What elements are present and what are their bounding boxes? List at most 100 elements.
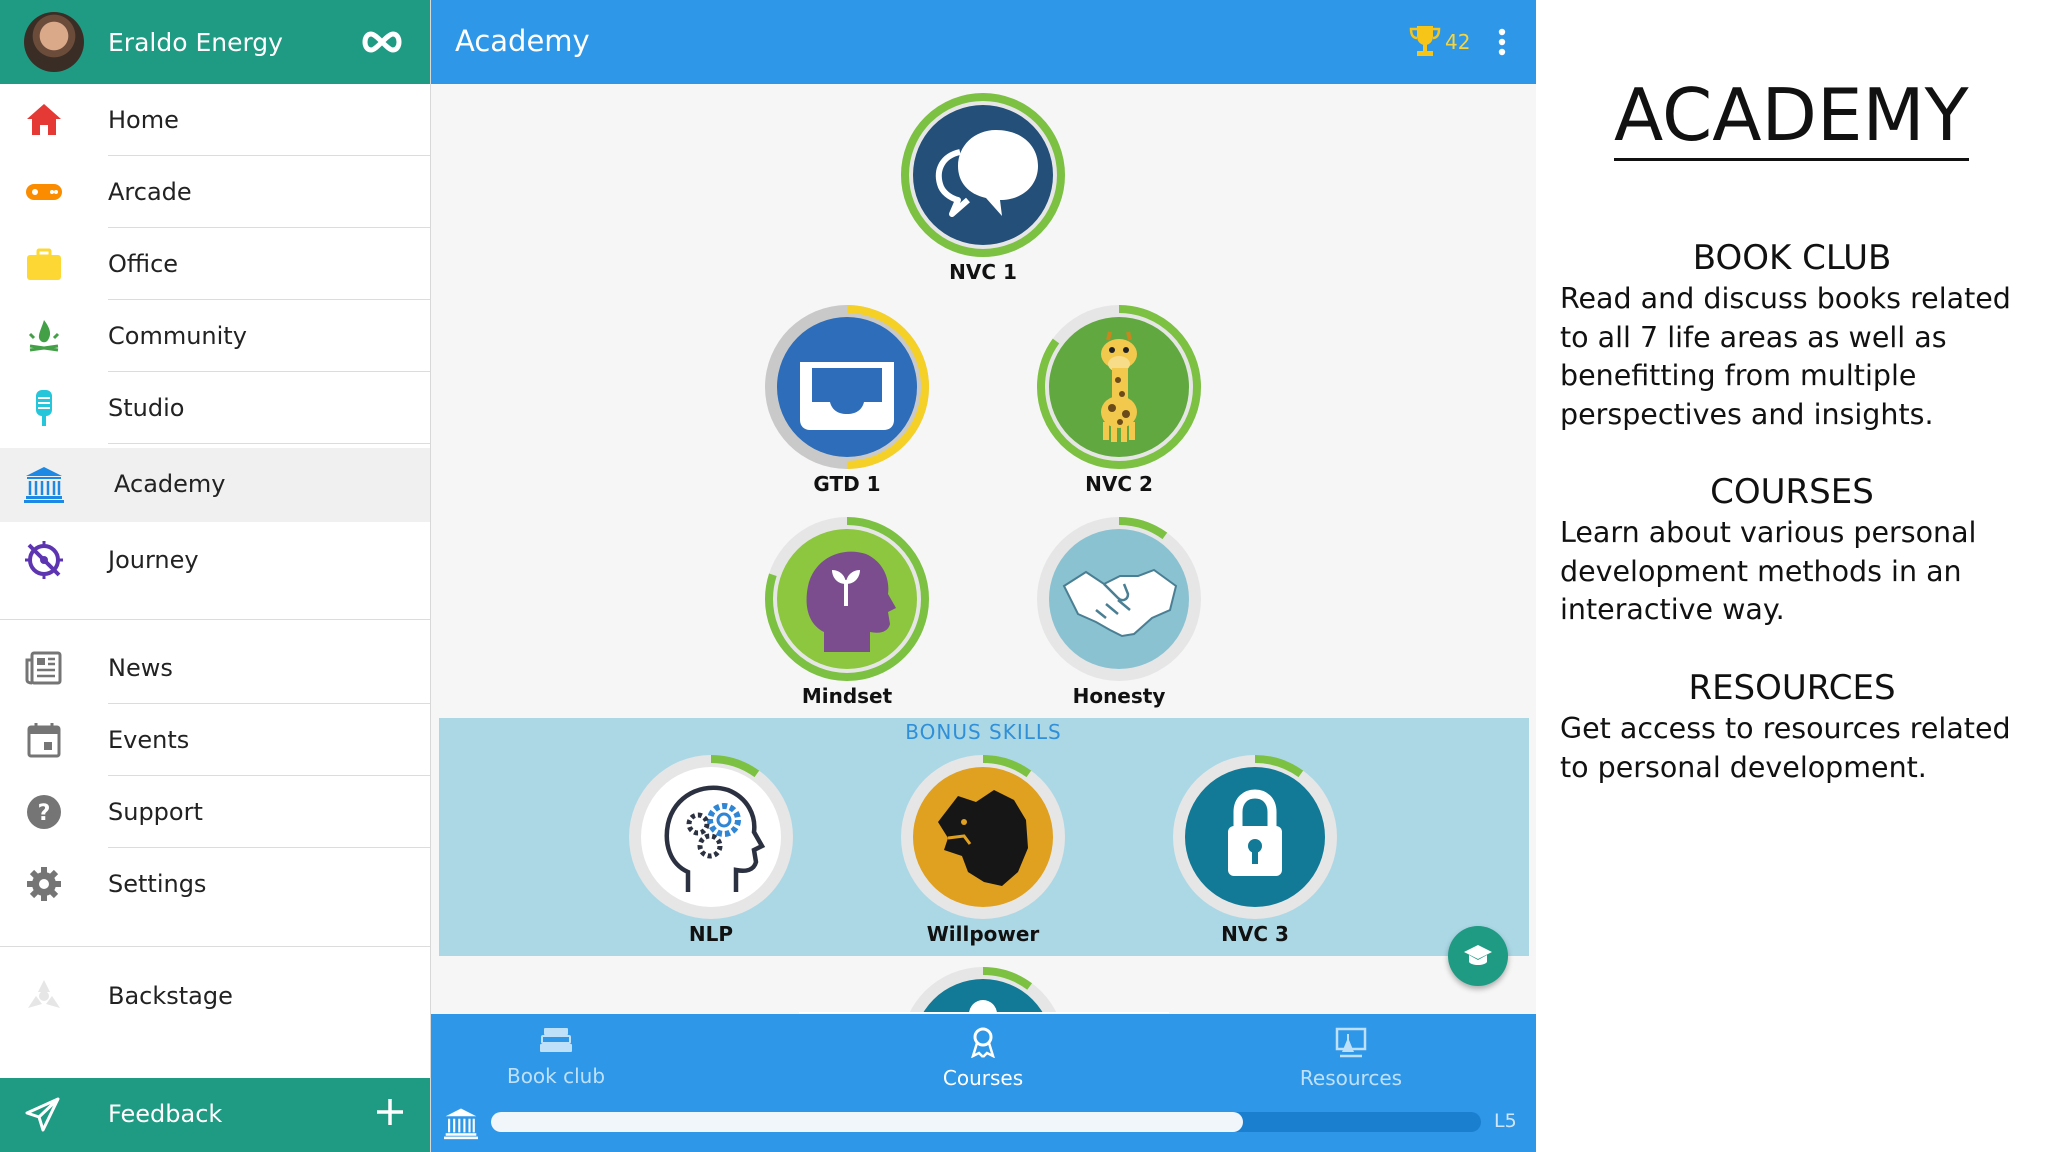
- sidebar-item-label: Home: [108, 106, 179, 134]
- lion-icon: [901, 755, 1065, 919]
- giraffe-icon: [1037, 305, 1201, 469]
- graduation-cap-icon: [1464, 945, 1492, 965]
- avatar[interactable]: [24, 12, 84, 72]
- home-icon: [27, 104, 61, 135]
- skill-gtd-1[interactable]: GTD 1: [762, 302, 932, 496]
- sidebar-item-label: Journey: [108, 546, 199, 574]
- section-text: Read and discuss books related to all 7 l…: [1560, 282, 2011, 431]
- institution-icon: [24, 467, 64, 503]
- next-skill-peek[interactable]: [898, 964, 1068, 1014]
- navigation-drawer: Eraldo Energy Home Arcade Office Communi…: [0, 0, 431, 1152]
- academy-screen: Academy 42 NVC 1 GTD 1 NVC 2 Mindset Hon…: [431, 0, 1536, 1152]
- sidebar-item-label: Events: [108, 726, 190, 754]
- skill-honesty[interactable]: Honesty: [1034, 514, 1204, 708]
- bonus-skills-title: BONUS SKILLS: [905, 720, 1062, 744]
- clapper-icon: [28, 980, 60, 1008]
- app-bar: Academy 42: [431, 0, 1536, 84]
- section-heading: RESOURCES: [1688, 668, 1896, 708]
- skill-name: Mindset: [801, 684, 893, 708]
- skill-name: NVC 3: [1221, 922, 1289, 946]
- inbox-tray-icon: [765, 305, 929, 469]
- section-text: Get access to resources related to person…: [1560, 712, 2011, 784]
- calendar-icon: [27, 723, 61, 758]
- skill-name: Willpower: [926, 922, 1040, 946]
- skill-name: NLP: [688, 922, 734, 946]
- sidebar-item-community[interactable]: Community: [0, 300, 430, 372]
- sidebar-item-events[interactable]: Events: [0, 704, 430, 776]
- sidebar-item-label: Academy: [114, 470, 226, 498]
- briefcase-icon: [27, 248, 61, 280]
- tab-resources[interactable]: Resources: [1231, 1026, 1471, 1090]
- sidebar-item-label: Office: [108, 250, 179, 278]
- feature-description-panel: ACADEMY BOOK CLUB Read and discuss books…: [1536, 0, 2048, 1152]
- tab-label: Courses: [942, 1066, 1024, 1090]
- bottom-navigation: Book club Courses Resources L5: [431, 1014, 1536, 1152]
- more-vert-icon[interactable]: [1497, 28, 1507, 56]
- handshake-icon: [1037, 517, 1201, 681]
- level-progress-bar: [491, 1112, 1481, 1132]
- section-heading: COURSES: [1710, 472, 1874, 512]
- sidebar-item-home[interactable]: Home: [0, 84, 430, 156]
- sidebar-item-news[interactable]: News: [0, 632, 430, 704]
- sidebar-item-support[interactable]: ? Support: [0, 776, 430, 848]
- section-text: Learn about various personal development …: [1560, 516, 1977, 626]
- sidebar-item-settings[interactable]: Settings: [0, 848, 430, 920]
- tab-courses[interactable]: Courses: [863, 1026, 1103, 1090]
- padlock-icon: [1173, 755, 1337, 919]
- plus-icon[interactable]: [374, 1096, 406, 1128]
- brain-gears-icon: [629, 755, 793, 919]
- skill-willpower[interactable]: Willpower: [898, 752, 1068, 946]
- feedback-label: Feedback: [108, 1100, 223, 1128]
- sidebar-item-office[interactable]: Office: [0, 228, 430, 300]
- sidebar-item-label: Arcade: [108, 178, 192, 206]
- speech-bubbles-icon: [901, 93, 1065, 257]
- graduation-fab[interactable]: [1448, 926, 1508, 986]
- skill-nvc-3[interactable]: NVC 3: [1170, 752, 1340, 946]
- institution-icon: [444, 1108, 478, 1140]
- sidebar-item-label: Studio: [108, 394, 185, 422]
- books-icon: [540, 1028, 572, 1052]
- skill-name: NVC 1: [949, 260, 1017, 284]
- divider: [108, 443, 430, 444]
- skill-name: Honesty: [1072, 684, 1166, 708]
- skill-nvc-2[interactable]: NVC 2: [1034, 302, 1204, 496]
- infinity-icon[interactable]: [360, 26, 404, 58]
- trophy-count: 42: [1445, 30, 1471, 54]
- page-title: Academy: [455, 24, 590, 58]
- microphone-icon: [36, 390, 52, 426]
- sidebar-item-backstage[interactable]: Backstage: [0, 960, 430, 1032]
- level-label: L5: [1494, 1110, 1517, 1132]
- section-heading: BOOK CLUB: [1692, 238, 1892, 278]
- sidebar-item-journey[interactable]: Journey: [0, 524, 430, 596]
- sidebar-item-academy[interactable]: Academy: [0, 448, 430, 522]
- section-divider: [0, 946, 430, 947]
- newspaper-icon: [25, 651, 62, 685]
- svg-text:?: ?: [38, 801, 51, 826]
- skill-name: NVC 2: [1085, 472, 1153, 496]
- tab-book-club[interactable]: Book club: [436, 1026, 676, 1088]
- sidebar-item-studio[interactable]: Studio: [0, 372, 430, 444]
- skill-nlp[interactable]: NLP: [626, 752, 796, 946]
- section-divider: [0, 619, 430, 620]
- tab-label: Book club: [506, 1064, 606, 1088]
- sidebar-item-arcade[interactable]: Arcade: [0, 156, 430, 228]
- info-title: ACADEMY: [1614, 72, 1969, 161]
- feedback-bar[interactable]: Feedback: [0, 1078, 430, 1152]
- sidebar-item-label: Backstage: [108, 982, 233, 1010]
- level-progress-fill: [491, 1112, 1244, 1132]
- sidebar-item-label: News: [108, 654, 173, 682]
- sidebar-item-label: Community: [108, 322, 247, 350]
- send-icon: [25, 1097, 60, 1132]
- skill-nvc-1[interactable]: NVC 1: [898, 90, 1068, 284]
- compass-icon: [25, 541, 63, 579]
- flask-board-icon: [1335, 1027, 1367, 1058]
- gear-icon: [27, 867, 61, 901]
- sidebar-item-label: Support: [108, 798, 203, 826]
- trophy-icon[interactable]: [1409, 24, 1441, 58]
- skill-name: GTD 1: [813, 472, 881, 496]
- skill-mindset[interactable]: Mindset: [762, 514, 932, 708]
- gamepad-icon: [26, 184, 62, 200]
- user-name: Eraldo Energy: [108, 28, 283, 57]
- award-icon: [970, 1027, 996, 1059]
- head-sprout-icon: [765, 517, 929, 681]
